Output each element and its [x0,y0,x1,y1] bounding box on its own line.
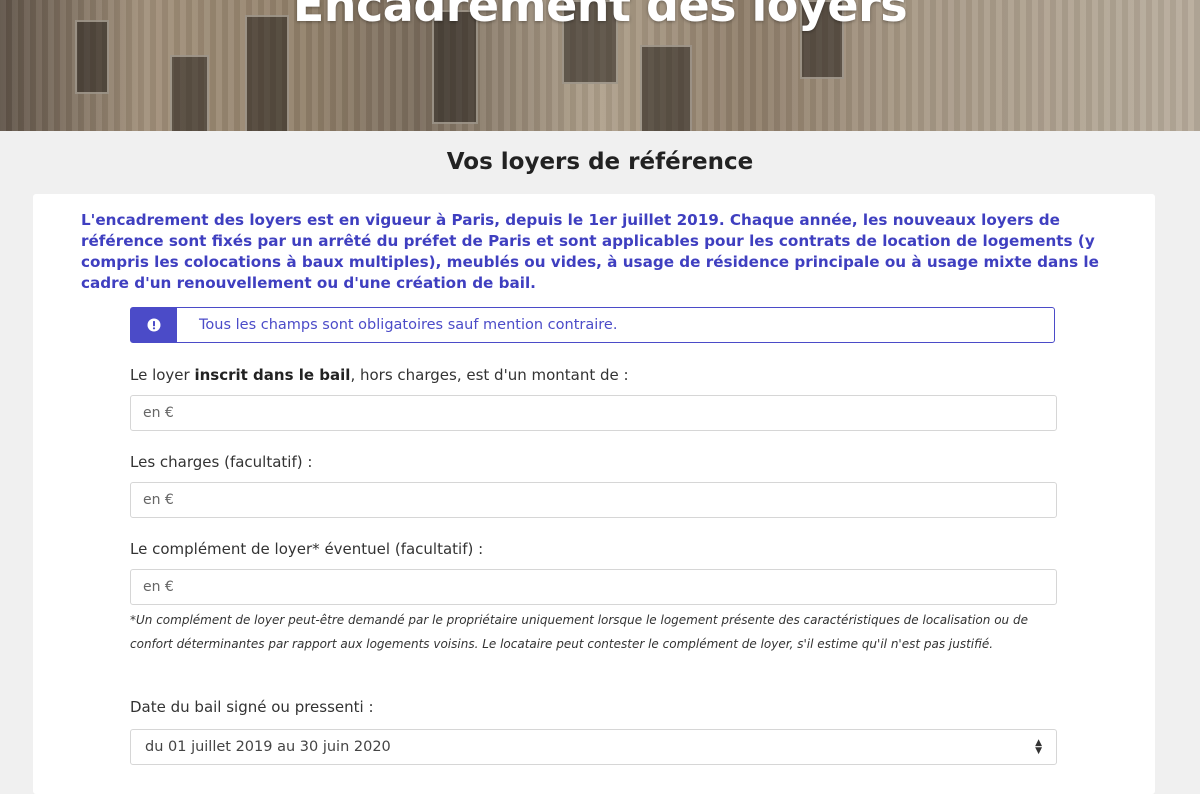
charges-input[interactable] [130,482,1057,518]
hero-title: Encadrement des loyers [292,0,908,32]
complement-label: Le complément de loyer* éventuel (facult… [130,540,484,558]
complement-input[interactable] [130,569,1057,605]
charges-label: Les charges (facultatif) : [130,453,313,471]
rent-label-emphasis: inscrit dans le bail [194,366,351,384]
lease-date-select[interactable]: du 01 juillet 2019 au 30 juin 2020 ▲ ▼ [130,729,1057,765]
updown-arrows-icon: ▲ ▼ [1035,738,1042,756]
form-card: L'encadrement des loyers est en vigueur … [33,194,1155,794]
rent-input[interactable] [130,395,1057,431]
rent-label-start: Le loyer [130,366,195,384]
required-fields-notice: Tous les champs sont obligatoires sauf m… [130,307,1055,343]
intro-text: L'encadrement des loyers est en vigueur … [81,211,1099,292]
notice-badge [131,308,177,342]
rent-label-end: , hors charges, est d'un montant de : [350,366,629,384]
exclamation-icon [147,318,161,332]
rent-label: Le loyer inscrit dans le bail, hors char… [130,366,629,384]
hero-banner: Encadrement des loyers [0,0,1200,131]
complement-footnote: *Un complément de loyer peut-être demand… [130,613,1028,651]
lease-date-label: Date du bail signé ou pressenti : [130,698,374,716]
section-title: Vos loyers de référence [446,149,754,175]
notice-text: Tous les champs sont obligatoires sauf m… [199,317,618,333]
lease-date-selected: du 01 juillet 2019 au 30 juin 2020 [145,739,391,755]
